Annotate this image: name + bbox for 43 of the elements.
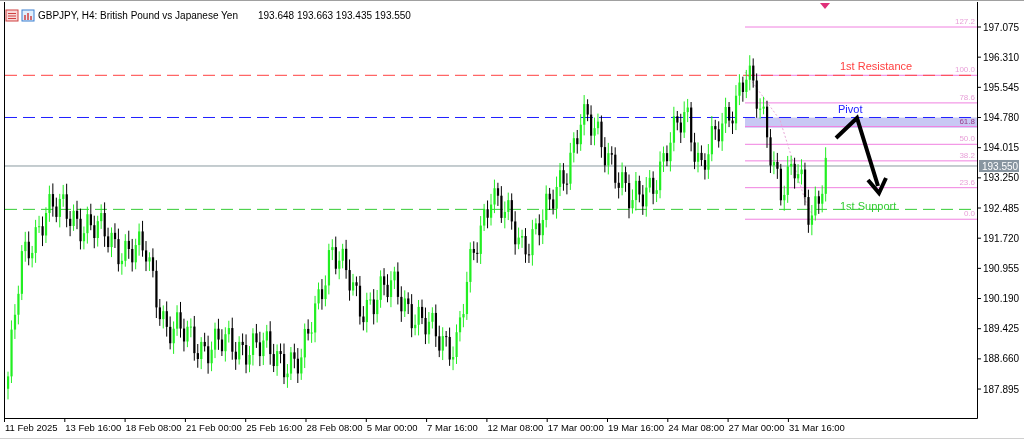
time-axis-label: 17 Mar 00:00	[547, 422, 604, 433]
time-axis-label: 31 Mar 16:00	[788, 422, 845, 433]
price-axis-label: 196.310	[983, 51, 1020, 63]
level-label: Pivot	[838, 103, 863, 115]
time-axis-label: 12 Mar 08:00	[487, 422, 544, 433]
fibonacci-level-label: 38.2	[959, 150, 975, 160]
ohlc-values: 193.648 193.663 193.435 193.550	[258, 10, 411, 21]
fibonacci-level-label: 23.6	[959, 177, 975, 187]
price-axis-label: 195.545	[983, 81, 1020, 93]
time-axis-label: 13 Feb 16:00	[65, 422, 122, 433]
price-axis-label: 187.895	[983, 383, 1020, 395]
time-axis-label: 21 Feb 00:00	[185, 422, 242, 433]
time-axis-label: 11 Feb 2025	[5, 422, 58, 433]
fibonacci-level-label: 50.0	[959, 134, 975, 144]
fibonacci-level-label: 61.8	[959, 116, 975, 126]
symbol-title: GBPJPY, H4: British Pound vs Japanese Yen	[38, 10, 238, 21]
price-axis-label: 191.720	[983, 232, 1020, 244]
time-axis-label: 5 Mar 00:00	[366, 422, 418, 433]
time-axis-label: 25 Feb 16:00	[246, 422, 303, 433]
time-axis-label: 24 Mar 08:00	[668, 422, 725, 433]
time-axis-label: 19 Mar 16:00	[608, 422, 664, 433]
list-icon[interactable]	[5, 9, 19, 22]
fibonacci-level-label: 127.2	[954, 17, 975, 26]
time-axis-label: 18 Feb 08:00	[125, 422, 182, 433]
triangle-marker-icon	[820, 3, 830, 9]
fibonacci-level-label: 78.6	[959, 92, 975, 102]
price-axis-label: 190.190	[983, 293, 1020, 305]
price-axis-label: 192.485	[983, 202, 1020, 214]
level-label: 1st Resistance	[840, 60, 913, 72]
level-label: 1st Support	[840, 200, 897, 212]
price-axis-label: 189.425	[983, 323, 1020, 335]
chart-window-icon[interactable]	[21, 9, 35, 22]
fibonacci-level-label: 100.0	[954, 65, 975, 75]
price-axis-label: 194.780	[983, 112, 1020, 123]
price-axis-label: 197.075	[983, 21, 1020, 33]
time-axis-label: 7 Mar 16:00	[427, 422, 478, 433]
price-axis-label: 193.250	[983, 172, 1020, 184]
price-axis-label: 190.955	[983, 262, 1020, 274]
time-axis-label: 27 Mar 00:00	[728, 422, 785, 433]
price-axis-label: 188.660	[983, 353, 1020, 365]
fibonacci-level-label: 0.0	[963, 209, 975, 219]
price-axis-label: 194.015	[983, 142, 1020, 154]
time-axis-label: 28 Feb 08:00	[306, 422, 363, 433]
